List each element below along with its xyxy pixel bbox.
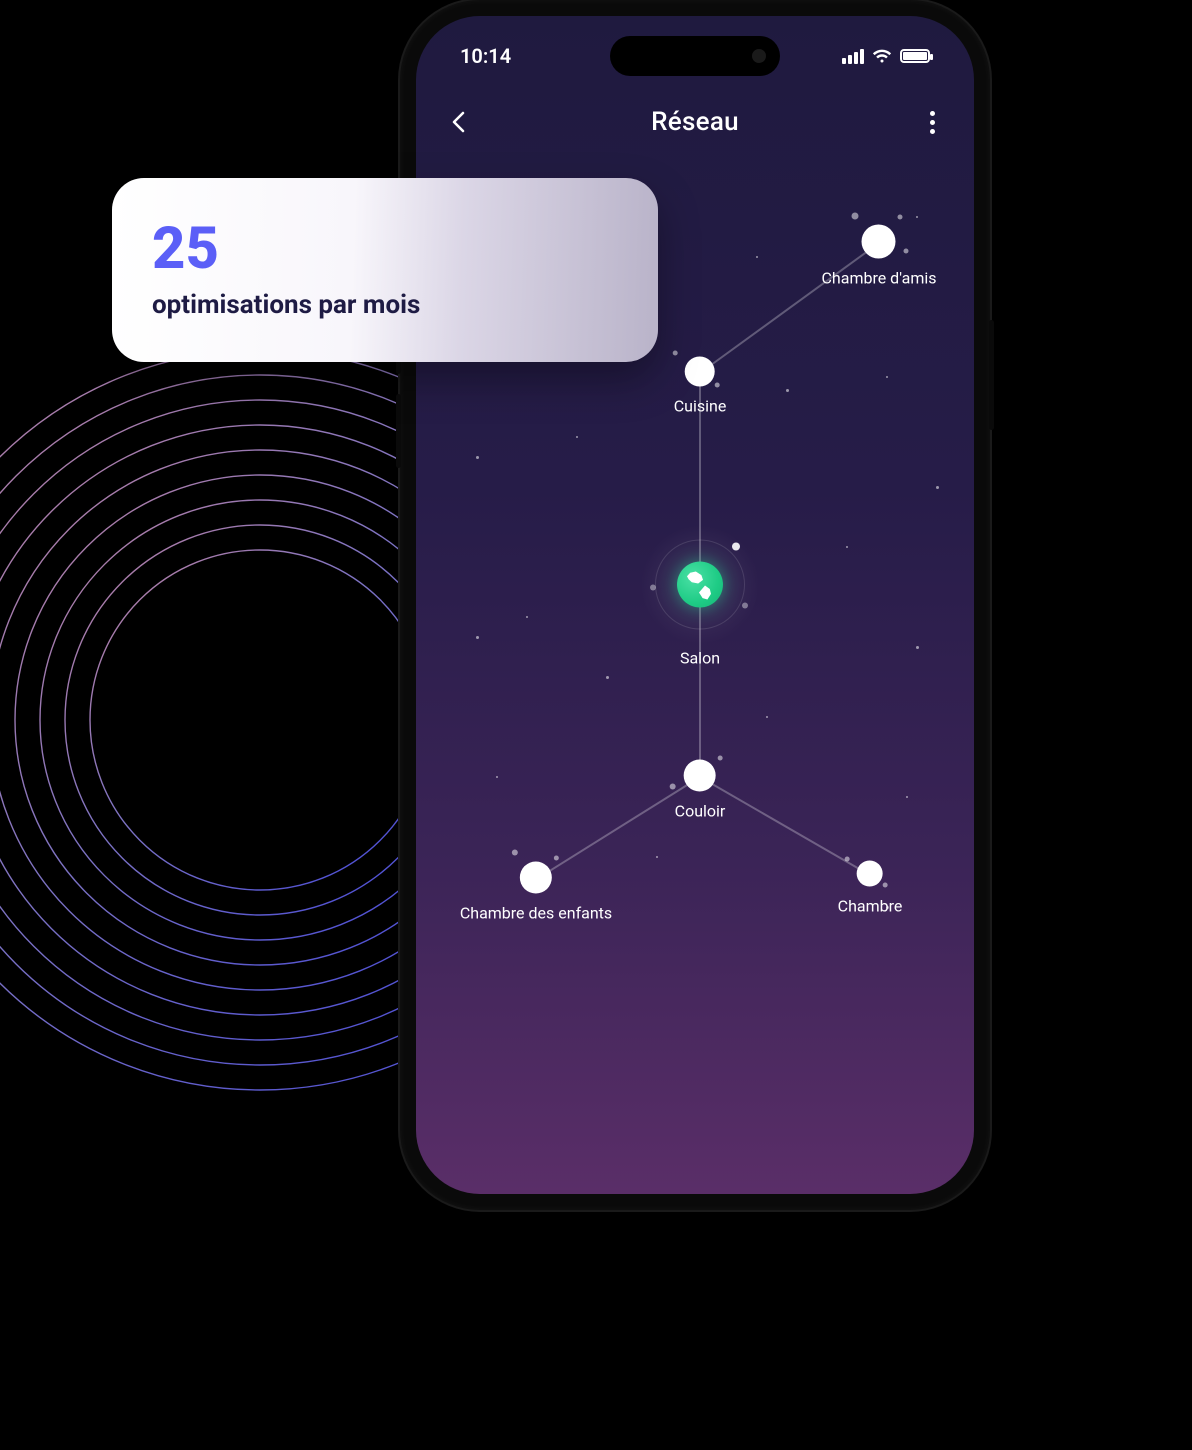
node-dot-icon [520, 862, 552, 894]
node-label: Couloir [675, 802, 726, 821]
phone-side-button [989, 320, 994, 430]
node-label: Chambre d'amis [822, 269, 937, 288]
status-icons [842, 49, 930, 64]
node-chambre[interactable]: Chambre [838, 861, 903, 916]
node-hub-salon[interactable]: Salon [640, 525, 760, 668]
nav-bar: Réseau [416, 92, 974, 152]
orbit-dot [732, 543, 740, 551]
node-label: Salon [640, 649, 760, 668]
node-dot-icon [685, 357, 715, 387]
globe-icon [677, 562, 723, 608]
cellular-icon [842, 49, 864, 64]
stat-value: 25 [152, 220, 618, 278]
orbit-dot [650, 585, 656, 591]
page-title: Réseau [651, 107, 739, 137]
node-chambre-amis[interactable]: Chambre d'amis [822, 225, 937, 288]
node-couloir[interactable]: Couloir [675, 760, 726, 821]
hub-halo [640, 525, 760, 645]
dot-icon [930, 129, 935, 134]
wifi-icon [872, 49, 892, 64]
node-cuisine[interactable]: Cuisine [674, 357, 727, 416]
node-chambre-enfants[interactable]: Chambre des enfants [460, 862, 612, 923]
node-label: Cuisine [674, 397, 727, 416]
more-menu-button[interactable] [920, 110, 944, 134]
dot-icon [930, 111, 935, 116]
orbit-dot [742, 603, 748, 609]
dot-icon [930, 120, 935, 125]
node-dot-icon [857, 861, 883, 887]
node-dot-icon [684, 760, 716, 792]
node-label: Chambre des enfants [460, 904, 612, 923]
stat-card: 25 optimisations par mois [112, 178, 658, 362]
dynamic-island [610, 36, 780, 76]
status-time: 10:14 [460, 44, 511, 68]
battery-icon [900, 49, 930, 63]
phone-side-button [396, 394, 401, 468]
back-button[interactable] [446, 110, 470, 134]
chevron-left-icon [451, 111, 465, 133]
node-dot-icon [862, 225, 896, 259]
node-label: Chambre [838, 897, 903, 916]
stat-caption: optimisations par mois [152, 290, 618, 320]
